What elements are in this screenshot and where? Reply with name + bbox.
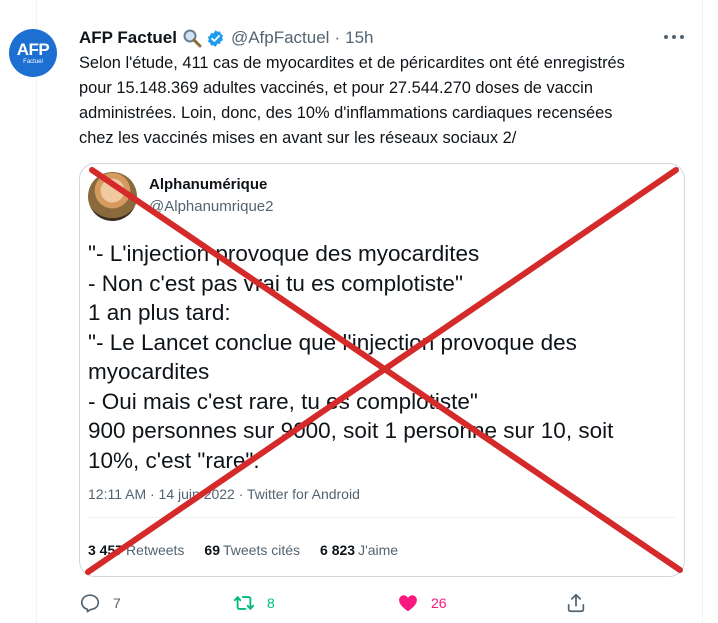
tweet-time[interactable]: 15h [345,28,373,48]
avatar-logo: AFP [16,39,50,59]
quoted-text-line: "- L'injection provoque des myocardites [88,241,480,266]
author-avatar[interactable]: AFP Factuel [9,29,57,77]
quotes-label: Tweets cités [222,542,301,558]
quoted-text-line: - Oui mais c'est rare, tu es complotiste… [88,388,478,414]
quoted-text-line: "- Le Lancet conclue que l'injection pro… [88,329,577,355]
tweet-text-line: Selon l'étude, 411 cas de myocardites et… [79,54,625,72]
tweet-text: Selon l'étude, 411 cas de myocardites et… [79,51,689,151]
like-button[interactable]: 26 [397,592,447,614]
share-button[interactable] [565,592,587,614]
magnifier-icon [182,28,202,48]
quotes-count: 69 [204,542,220,558]
verified-badge-icon [206,29,225,48]
like-count: 26 [431,595,447,611]
avatar-sub: Factuel [23,58,43,65]
tweet-text-line: administrées. Loin, donc, des 10% d'infl… [79,104,613,122]
retweet-icon [233,596,255,610]
quoted-meta[interactable]: 12:11 AM · 14 juin 2022 · Twitter for An… [88,486,360,502]
tweet-text-line: chez les vaccinés mises en avant sur les… [79,129,517,147]
tweet-header: AFP Factuel @AfpFactuel · 15h [79,27,374,49]
timeline-border-right [702,0,703,623]
quoted-stats: 3 457 Retweets 69 Tweets cités 6 823 J'aime [88,542,398,558]
timeline-border-left [36,0,37,623]
retweets-label: Retweets [126,542,185,558]
quoted-author-name[interactable]: Alphanumérique [149,176,267,193]
quoted-divider [88,517,676,518]
reply-button[interactable]: 7 [79,592,121,614]
reply-icon [80,594,100,613]
more-icon[interactable] [664,30,684,44]
quoted-text-line: 10%, c'est "rare". [88,447,260,473]
quoted-quotes[interactable]: 69 Tweets cités [204,542,300,558]
likes-label: J'aime [358,542,399,558]
quoted-text-line: myocardites [88,359,210,384]
author-handle[interactable]: @AfpFactuel [231,28,330,48]
quoted-text-line: 900 personnes sur 9000, soit 1 personne … [88,418,614,443]
retweet-count: 8 [267,595,275,611]
retweets-count: 3 457 [88,542,124,558]
quoted-avatar[interactable] [88,172,137,221]
retweet-button[interactable]: 8 [233,592,275,614]
quoted-text-line: 1 an plus tard: [88,300,231,325]
tweet-text-line: pour 15.148.369 adultes vaccinés, et pou… [79,79,593,97]
quoted-tweet-card[interactable]: Alphanumérique @Alphanumrique2 "- L'inje… [79,163,685,577]
author-name[interactable]: AFP Factuel [79,28,177,48]
tweet-actions: 7 8 26 [79,592,599,618]
quoted-author-handle[interactable]: @Alphanumrique2 [149,198,273,215]
quoted-text: "- L'injection provoque des myocardites … [88,239,613,475]
likes-count: 6 823 [320,542,356,558]
quoted-likes[interactable]: 6 823 J'aime [320,542,398,558]
quoted-text-line: - Non c'est pas vrai tu es complotiste" [88,270,463,296]
quoted-retweets[interactable]: 3 457 Retweets [88,542,184,558]
reply-count: 7 [113,595,121,611]
share-icon [567,593,585,613]
heart-icon [399,595,417,612]
separator-dot: · [334,28,341,47]
